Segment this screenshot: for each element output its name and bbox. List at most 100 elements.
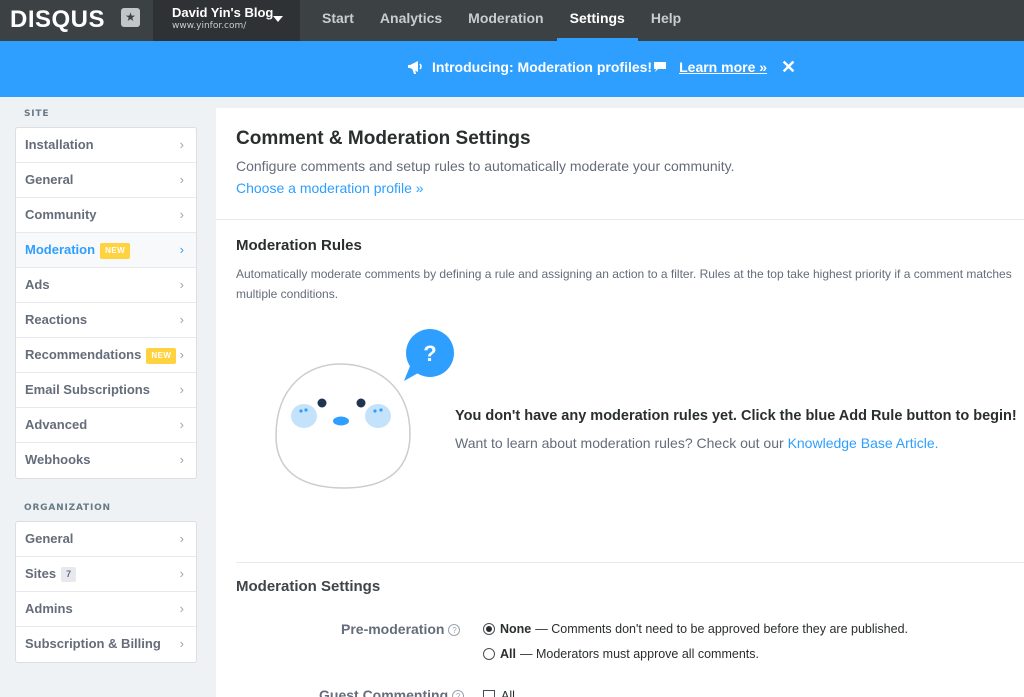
chevron-right-icon: › xyxy=(179,277,184,292)
chevron-right-icon: › xyxy=(179,636,184,651)
caret-down-icon xyxy=(273,16,283,22)
empty-state-illustration: ? xyxy=(275,329,454,489)
moderation-settings-heading: Moderation Settings xyxy=(236,578,381,595)
sidebar-item-label: Admins xyxy=(25,601,73,616)
disqus-logo[interactable]: DISQUS xyxy=(10,6,105,34)
chevron-right-icon: › xyxy=(179,601,184,616)
chevron-right-icon: › xyxy=(179,566,184,581)
main-nav: Start Analytics Moderation Settings Help xyxy=(309,0,694,41)
sidebar-item-general[interactable]: General › xyxy=(16,163,196,198)
sidebar-item-installation[interactable]: Installation › xyxy=(16,128,196,163)
chevron-right-icon: › xyxy=(179,242,184,257)
radio-none[interactable] xyxy=(483,623,495,635)
pre-moderation-label-text: Pre-moderation xyxy=(341,621,445,637)
chevron-right-icon: › xyxy=(179,172,184,187)
settings-sidebar: SITE Installation › General › Community › M… xyxy=(0,97,214,697)
option-none-label: None xyxy=(500,622,532,636)
sidebar-item-advanced[interactable]: Advanced › xyxy=(16,408,196,443)
page-description: Configure comments and setup rules to au… xyxy=(236,158,735,174)
main-content: Comment & Moderation Settings Configure … xyxy=(216,108,1024,697)
settings-header-section: Comment & Moderation Settings Configure … xyxy=(216,108,1024,220)
sidebar-item-label: General xyxy=(25,531,74,546)
sidebar-item-community[interactable]: Community › xyxy=(16,198,196,233)
chevron-right-icon: › xyxy=(179,417,184,432)
option-all-description: — Moderators must approve all comments. xyxy=(519,647,759,661)
new-badge: NEW xyxy=(146,348,177,364)
site-name: David Yin's Blog xyxy=(172,5,274,20)
help-icon[interactable]: ? xyxy=(452,690,465,697)
sidebar-item-label: Sites xyxy=(25,566,57,581)
chevron-right-icon: › xyxy=(179,207,184,222)
sidebar-item-label: Subscription & Billing xyxy=(25,636,161,651)
svg-text:?: ? xyxy=(423,341,436,366)
megaphone-icon xyxy=(408,61,422,74)
sidebar-item-label: Installation xyxy=(25,137,94,152)
nav-moderation[interactable]: Moderation xyxy=(455,0,556,41)
guest-commenting-option-label: All xyxy=(501,689,515,697)
chevron-right-icon: › xyxy=(179,531,184,546)
nav-settings[interactable]: Settings xyxy=(556,0,638,41)
chevron-right-icon: › xyxy=(179,347,184,362)
sidebar-item-sites[interactable]: Sites 7 › xyxy=(16,557,196,592)
site-switcher[interactable]: David Yin's Blog www.yinfor.com/ xyxy=(153,0,300,41)
sidebar-item-reactions[interactable]: Reactions › xyxy=(16,303,196,338)
radio-all[interactable] xyxy=(483,648,495,660)
sidebar-item-org-general[interactable]: General › xyxy=(16,522,196,557)
sidebar-item-label: Advanced xyxy=(25,417,88,432)
star-icon[interactable]: ★ xyxy=(121,8,140,27)
guest-commenting-label-text: Guest Commenting xyxy=(319,687,449,697)
sites-count-badge: 7 xyxy=(61,567,77,582)
sidebar-item-ads[interactable]: Ads › xyxy=(16,268,196,303)
sidebar-item-label: Ads xyxy=(25,277,50,292)
chevron-right-icon: › xyxy=(179,382,184,397)
chevron-right-icon: › xyxy=(179,452,184,467)
sidebar-item-subscription-billing[interactable]: Subscription & Billing › xyxy=(16,627,196,662)
speech-bubble-icon xyxy=(654,62,667,72)
organization-menu: General › Sites 7 › Admins › Subscription & … xyxy=(15,521,197,663)
moderation-rules-heading: Moderation Rules xyxy=(236,237,362,254)
nav-help[interactable]: Help xyxy=(638,0,694,41)
nav-start[interactable]: Start xyxy=(309,0,367,41)
chevron-right-icon: › xyxy=(179,312,184,327)
guest-commenting-label: Guest Commenting? xyxy=(319,687,465,697)
empty-state-title: You don't have any moderation rules yet.… xyxy=(455,408,1017,424)
banner-text: Introducing: Moderation profiles! xyxy=(432,59,653,75)
guest-commenting-option[interactable]: All xyxy=(483,689,515,697)
sidebar-item-label: Recommendations xyxy=(25,347,142,362)
sidebar-item-label: Moderation xyxy=(25,242,96,257)
section-divider xyxy=(236,562,1024,563)
option-none-description: — Comments don't need to be approved bef… xyxy=(535,622,909,636)
sidebar-item-email-subscriptions[interactable]: Email Subscriptions › xyxy=(16,373,196,408)
pre-moderation-label: Pre-moderation? xyxy=(341,621,461,637)
sidebar-item-label: Reactions xyxy=(25,312,88,327)
sidebar-item-label: Email Subscriptions xyxy=(25,382,150,397)
guest-commenting-checkbox[interactable] xyxy=(483,690,495,697)
site-section-heading: SITE xyxy=(24,109,50,119)
sidebar-item-label: Community xyxy=(25,207,97,222)
knowledge-base-link[interactable]: Knowledge Base Article. xyxy=(788,435,939,451)
empty-state-description-text: Want to learn about moderation rules? Ch… xyxy=(455,435,788,451)
organization-section-heading: ORGANIZATION xyxy=(24,503,111,513)
site-menu: Installation › General › Community › Modera… xyxy=(15,127,197,479)
help-icon[interactable]: ? xyxy=(448,624,461,636)
chevron-right-icon: › xyxy=(179,137,184,152)
sidebar-item-label: General xyxy=(25,172,74,187)
nav-analytics[interactable]: Analytics xyxy=(367,0,455,41)
pre-moderation-option-all[interactable]: All — Moderators must approve all commen… xyxy=(483,647,759,661)
moderation-profile-link[interactable]: Choose a moderation profile » xyxy=(236,180,424,196)
moderation-rules-description: Automatically moderate comments by defin… xyxy=(236,267,1012,301)
sidebar-item-admins[interactable]: Admins › xyxy=(16,592,196,627)
site-url: www.yinfor.com/ xyxy=(172,21,247,31)
pre-moderation-option-none[interactable]: None — Comments don't need to be approve… xyxy=(483,622,908,636)
learn-more-link[interactable]: Learn more » xyxy=(679,59,767,75)
close-icon[interactable]: ✕ xyxy=(781,57,796,78)
announcement-banner: Introducing: Moderation profiles! Learn … xyxy=(0,41,1024,97)
sidebar-item-webhooks[interactable]: Webhooks › xyxy=(16,443,196,478)
top-navigation-bar: DISQUS ★ David Yin's Blog www.yinfor.com… xyxy=(0,0,1024,41)
sidebar-item-moderation[interactable]: Moderation NEW › xyxy=(16,233,196,268)
option-all-label: All xyxy=(500,647,516,661)
sidebar-item-label: Webhooks xyxy=(25,452,91,467)
empty-state-description: Want to learn about moderation rules? Ch… xyxy=(455,435,939,451)
sidebar-item-recommendations[interactable]: Recommendations NEW › xyxy=(16,338,196,373)
page-title: Comment & Moderation Settings xyxy=(236,128,531,149)
